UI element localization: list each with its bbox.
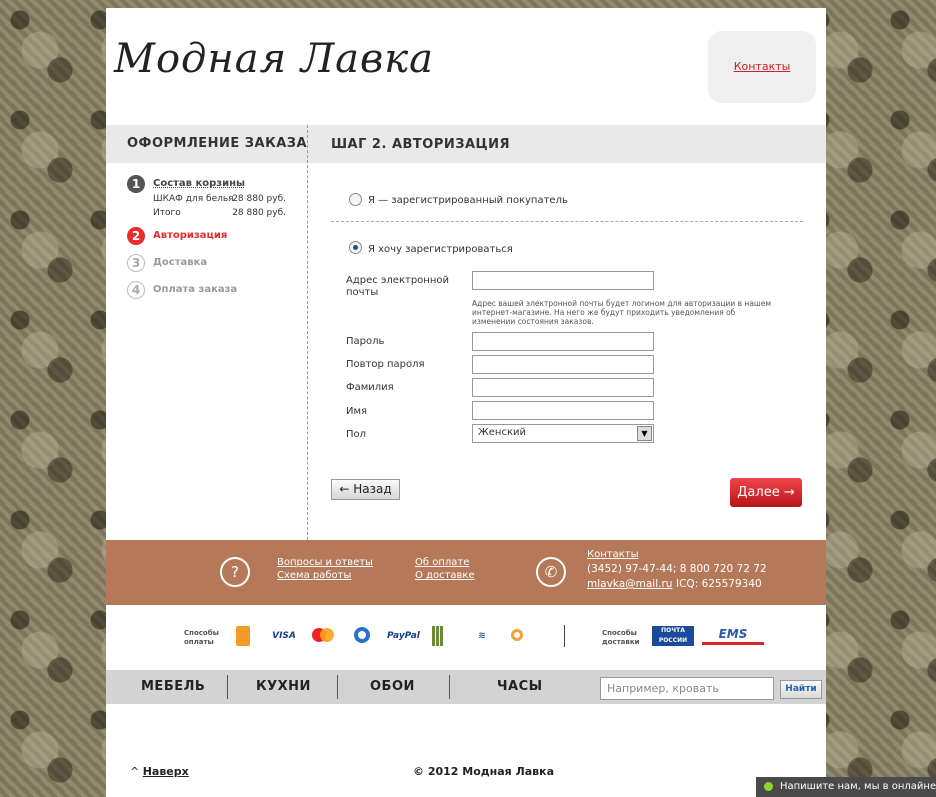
- cart-total-label: Итого: [153, 208, 181, 218]
- email-label: Адрес электронной почты: [346, 275, 449, 298]
- gender-select[interactable]: Женский ▼: [472, 424, 654, 443]
- payments-divider: [564, 625, 565, 647]
- cart-item-price: 28 880 руб.: [232, 194, 286, 204]
- radio-register[interactable]: [349, 241, 362, 254]
- step-label: Оплата заказа: [153, 284, 238, 295]
- copyright: © 2012 Модная Лавка: [413, 765, 554, 778]
- to-top-link[interactable]: Наверх: [143, 765, 189, 778]
- delivery-info-link[interactable]: О доставке: [415, 570, 475, 581]
- nav-item-kitchens[interactable]: КУХНИ: [256, 679, 311, 694]
- name-label: Имя: [346, 406, 368, 417]
- schedule-link[interactable]: Схема работы: [277, 570, 351, 581]
- password-label: Пароль: [346, 336, 385, 347]
- search-button[interactable]: Найти: [780, 680, 822, 699]
- question-icon: ?: [220, 557, 250, 587]
- step-number: 3: [127, 254, 145, 272]
- column-divider: [307, 125, 308, 540]
- header-contacts-link[interactable]: Контакты: [734, 60, 791, 73]
- arrow-up-icon: ^: [130, 765, 140, 778]
- checkout-header-bar: ОФОРМЛЕНИЕ ЗАКАЗА ШАГ 2. АВТОРИЗАЦИЯ: [106, 125, 826, 163]
- footer-info: ? Вопросы и ответы Схема работы Об оплат…: [106, 540, 826, 605]
- transfer-icon: ≋: [478, 631, 486, 641]
- nav-divider: [337, 675, 338, 699]
- form-divider: [331, 221, 803, 222]
- webmoney-icon: [353, 626, 371, 646]
- online-status-icon: [764, 782, 773, 791]
- chat-text[interactable]: Напишите нам, мы в онлайне!: [780, 781, 936, 792]
- phone-icon: ✆: [536, 557, 566, 587]
- gender-label: Пол: [346, 429, 367, 440]
- mastercard-icon: [310, 626, 336, 646]
- header-contacts-box: Контакты: [708, 31, 816, 103]
- delivery-methods-label: Способы доставки: [602, 629, 640, 646]
- radio-register-label[interactable]: Я хочу зарегистрироваться: [368, 244, 513, 255]
- step-label[interactable]: Состав корзины: [153, 178, 245, 189]
- back-button[interactable]: ← Назад: [331, 479, 400, 500]
- step-title: ШАГ 2. АВТОРИЗАЦИЯ: [331, 137, 510, 152]
- footer-icq: ICQ: 625579340: [676, 578, 762, 590]
- site-logo[interactable]: Модная Лавка: [114, 36, 434, 82]
- gender-select-value: Женский: [478, 427, 526, 438]
- password-field[interactable]: [472, 332, 654, 351]
- search-placeholder: Например, кровать: [607, 682, 719, 695]
- password-repeat-field[interactable]: [472, 355, 654, 374]
- email-field[interactable]: [472, 271, 654, 290]
- faq-link[interactable]: Вопросы и ответы: [277, 557, 373, 568]
- nav-item-wallpaper[interactable]: ОБОИ: [370, 679, 415, 694]
- surname-field[interactable]: [472, 378, 654, 397]
- search-input[interactable]: Например, кровать: [600, 677, 774, 700]
- footer-phones: (3452) 97-47-44; 8 800 720 72 72: [587, 563, 767, 575]
- password-repeat-label: Повтор пароля: [346, 359, 425, 370]
- payment-info-link[interactable]: Об оплате: [415, 557, 469, 568]
- ems-icon: EMS: [702, 626, 764, 645]
- surname-label: Фамилия: [346, 382, 394, 393]
- step-label: Авторизация: [153, 230, 228, 241]
- cart-total-price: 28 880 руб.: [232, 208, 286, 218]
- next-button[interactable]: Далее →: [730, 478, 802, 507]
- nav-item-clocks[interactable]: ЧАСЫ: [497, 679, 543, 694]
- footer-email-link[interactable]: mlavka@mail.ru: [587, 578, 672, 590]
- visa-icon: VISA: [272, 631, 296, 641]
- chat-widget[interactable]: Напишите нам, мы в онлайне!: [756, 777, 936, 797]
- russian-post-icon: ПОЧТА РОССИИ: [652, 626, 694, 646]
- radio-registered-label[interactable]: Я — зарегистрированный покупатель: [368, 195, 568, 206]
- radio-registered[interactable]: [349, 193, 362, 206]
- name-field[interactable]: [472, 401, 654, 420]
- payment-methods-label: Способы оплаты: [184, 629, 219, 646]
- page: Модная Лавка Контакты ОФОРМЛЕНИЕ ЗАКАЗА …: [106, 8, 826, 797]
- footer-contacts-link[interactable]: Контакты: [587, 549, 638, 560]
- step-number: 2: [127, 227, 145, 245]
- bottom-nav: МЕБЕЛЬ КУХНИ ОБОИ ЧАСЫ Например, кровать…: [106, 670, 826, 704]
- nav-divider: [449, 675, 450, 699]
- email-hint: Адрес вашей электронной почты будет логи…: [472, 299, 772, 326]
- step-number: 4: [127, 281, 145, 299]
- step-label: Доставка: [153, 257, 208, 268]
- step-number: 1: [127, 175, 145, 193]
- cart-item-name: ШКАФ для белья: [153, 194, 234, 204]
- qiwi-icon: [236, 626, 250, 646]
- chevron-down-icon[interactable]: ▼: [637, 426, 652, 441]
- nav-item-furniture[interactable]: МЕБЕЛЬ: [141, 679, 205, 694]
- paypal-icon: PayPal: [387, 631, 420, 641]
- other-payment-icon: [510, 626, 524, 646]
- nav-divider: [227, 675, 228, 699]
- checkout-title: ОФОРМЛЕНИЕ ЗАКАЗА: [127, 136, 308, 151]
- bank-icon: [432, 626, 444, 646]
- to-top[interactable]: ^ Наверх: [130, 765, 189, 778]
